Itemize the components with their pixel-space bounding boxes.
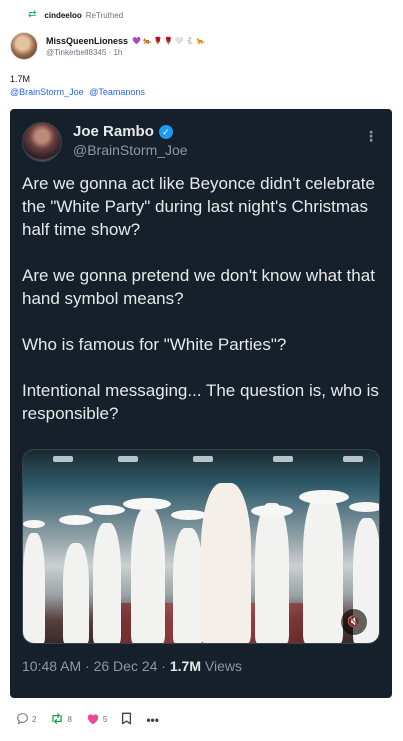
like-count: 5 [102, 715, 108, 724]
dancer-figure [303, 493, 343, 643]
tweet-video[interactable]: 🔇 [22, 449, 380, 644]
author-name[interactable]: MissQueenLioness [46, 36, 128, 46]
retruth-button[interactable]: 8 [50, 712, 72, 727]
emoji: 🐆 [196, 37, 206, 45]
tweet-author-handle[interactable]: @BrainStorm_Joe [73, 142, 188, 158]
tweet-footer: 10:48 AM · 26 Dec 24 · 1.7M Views [22, 658, 242, 674]
dancer-figure [131, 508, 165, 643]
tweet-paragraph: Are we gonna pretend we don't know what … [22, 266, 375, 308]
stage-light [53, 456, 73, 462]
retruth-bar: ⇄ cindeeloo ReTruthed [28, 10, 123, 20]
more-options-icon[interactable]: ⋮ [364, 129, 378, 143]
emoji: 🌹 [153, 37, 163, 45]
tweet-author-name[interactable]: Joe Rambo [73, 123, 154, 140]
mention-link[interactable]: @BrainStorm_Joe [10, 87, 84, 97]
author-emojis: 💜 🐅 🌹 🌹 🤍 🐇 🐆 [132, 37, 205, 45]
mute-volume-icon[interactable]: 🔇 [341, 609, 367, 635]
views-label: Views [200, 658, 242, 674]
reply-icon [16, 712, 29, 727]
dancer-figure [23, 533, 45, 643]
emoji: 🤍 [174, 37, 184, 45]
retruth-count: 8 [67, 715, 72, 724]
dancer-hat [299, 490, 349, 504]
retruth-label: ReTruthed [85, 10, 124, 20]
tweet-author-name-row: Joe Rambo ✓ [73, 123, 173, 140]
embedded-tweet-card[interactable]: Joe Rambo ✓ @BrainStorm_Joe ⋮ Are we gon… [10, 109, 392, 698]
retruth-username[interactable]: cindeeloo [44, 11, 81, 20]
mention-link[interactable]: @Teamanons [89, 87, 145, 97]
reply-count: 2 [32, 715, 37, 724]
tweet-paragraph: Are we gonna act like Beyonce didn't cel… [22, 174, 375, 239]
stage-light [193, 456, 213, 462]
stage-light [343, 456, 363, 462]
tweet-author-avatar[interactable] [22, 122, 62, 162]
meta-separator: · [108, 47, 112, 57]
tweet-text: Are we gonna act like Beyonce didn't cel… [22, 172, 382, 448]
stage-light [273, 456, 293, 462]
heart-icon [86, 712, 100, 727]
tweet-timestamp[interactable]: 10:48 AM · 26 Dec 24 · [22, 658, 170, 674]
author-avatar[interactable] [10, 32, 38, 60]
views-count: 1.7M [169, 658, 201, 674]
dancer-figure [173, 528, 203, 643]
dancer-hat [59, 515, 93, 525]
emoji: 🐅 [142, 37, 152, 45]
verified-badge-icon: ✓ [158, 124, 173, 139]
dancer-figure [255, 503, 289, 643]
post-time[interactable]: 1h [113, 48, 122, 57]
tweet-paragraph: Who is famous for "White Parties"? [22, 335, 287, 354]
bookmark-button[interactable] [121, 712, 132, 727]
author-handle[interactable]: @Tinkerbell8345 [46, 48, 106, 57]
post-action-bar: 2 8 5 ••• [16, 712, 159, 727]
dancer-hat [89, 505, 125, 515]
caption-number: 1.7M [10, 74, 31, 84]
retruth-icon: ⇄ [28, 9, 37, 20]
more-actions-button[interactable]: ••• [146, 713, 159, 727]
caption-mentions: @BrainStorm_Joe @Teamanons [10, 87, 148, 97]
dancer-figure [93, 523, 121, 643]
like-button[interactable]: 5 [86, 712, 107, 727]
post-header: MissQueenLioness 💜 🐅 🌹 🌹 🤍 🐇 🐆 @Tinkerbe… [10, 32, 205, 60]
lead-performer-figure [201, 483, 251, 643]
bookmark-icon [121, 712, 132, 727]
dancer-figure [63, 543, 89, 643]
dancer-hat [23, 520, 45, 528]
reply-button[interactable]: 2 [16, 712, 36, 727]
dancer-hat [123, 498, 171, 510]
post-meta: @Tinkerbell8345 · 1h [46, 48, 205, 57]
emoji: 🐇 [185, 37, 195, 45]
more-dots-icon: ••• [146, 712, 159, 727]
dancer-hat [349, 502, 379, 512]
emoji: 🌹 [164, 37, 173, 45]
stage-light [118, 456, 138, 462]
retruth-icon [50, 712, 64, 727]
tweet-paragraph: Intentional messaging... The question is… [22, 381, 379, 423]
dancer-hat [171, 510, 207, 520]
dancer-hat [251, 505, 293, 517]
emoji: 💜 [132, 37, 141, 45]
